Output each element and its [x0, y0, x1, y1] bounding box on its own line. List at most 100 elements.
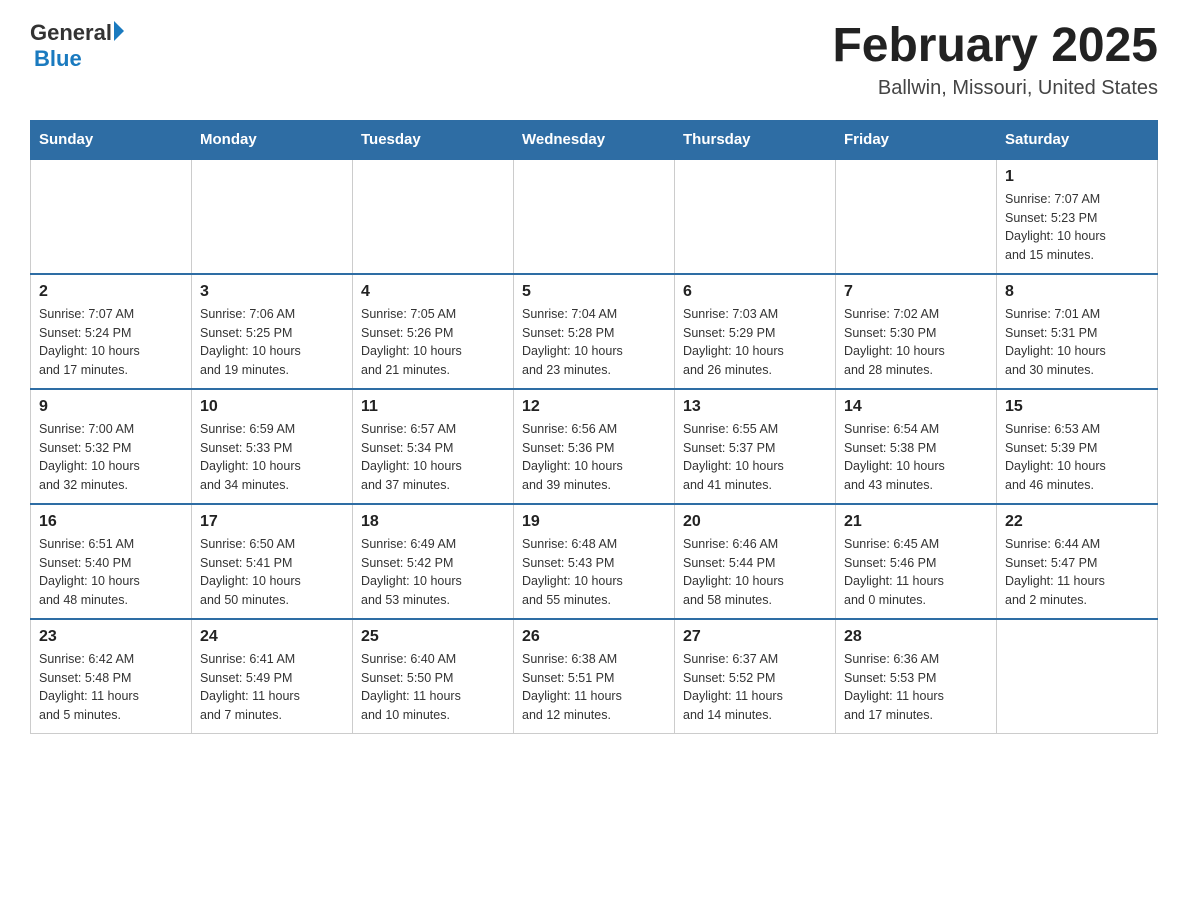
logo-general-text: General	[30, 20, 112, 46]
day-info: Sunrise: 7:05 AMSunset: 5:26 PMDaylight:…	[361, 305, 505, 380]
day-number: 4	[361, 283, 505, 301]
day-info: Sunrise: 7:02 AMSunset: 5:30 PMDaylight:…	[844, 305, 988, 380]
calendar-cell: 15 Sunrise: 6:53 AMSunset: 5:39 PMDayligh…	[997, 389, 1158, 504]
calendar-cell: 17Sunrise: 6:50 AMSunset: 5:41 PMDayligh…	[192, 504, 353, 619]
day-number: 8	[1005, 283, 1149, 301]
calendar-cell: 10 Sunrise: 6:59 AMSunset: 5:33 PMDayligh…	[192, 389, 353, 504]
calendar-table: SundayMondayTuesdayWednesdayThursdayFrid…	[30, 120, 1158, 734]
calendar-cell: 19 Sunrise: 6:48 AMSunset: 5:43 PMDayligh…	[514, 504, 675, 619]
day-info: Sunrise: 6:37 AMSunset: 5:52 PMDaylight:…	[683, 650, 827, 725]
calendar-cell: 25 Sunrise: 6:40 AMSunset: 5:50 PMDayligh…	[353, 619, 514, 734]
calendar-header-friday: Friday	[836, 120, 997, 159]
day-number: 18	[361, 513, 505, 531]
day-info: Sunrise: 6:46 AMSunset: 5:44 PMDaylight:…	[683, 535, 827, 610]
day-number: 9	[39, 398, 183, 416]
calendar-cell: 18 Sunrise: 6:49 AMSunset: 5:42 PMDayligh…	[353, 504, 514, 619]
day-info: Sunrise: 7:07 AMSunset: 5:24 PMDaylight:…	[39, 305, 183, 380]
calendar-cell: 9 Sunrise: 7:00 AMSunset: 5:32 PMDaylight…	[31, 389, 192, 504]
day-number: 25	[361, 628, 505, 646]
calendar-cell: 22 Sunrise: 6:44 AMSunset: 5:47 PMDayligh…	[997, 504, 1158, 619]
day-info: Sunrise: 7:00 AMSunset: 5:32 PMDaylight:…	[39, 420, 183, 495]
calendar-week-row: 16 Sunrise: 6:51 AMSunset: 5:40 PMDayligh…	[31, 504, 1158, 619]
calendar-cell	[514, 159, 675, 274]
day-number: 23	[39, 628, 183, 646]
location-subtitle: Ballwin, Missouri, United States	[832, 77, 1158, 100]
logo: General Blue	[30, 20, 124, 72]
calendar-cell: 14Sunrise: 6:54 AMSunset: 5:38 PMDayligh…	[836, 389, 997, 504]
day-info: Sunrise: 6:40 AMSunset: 5:50 PMDaylight:…	[361, 650, 505, 725]
calendar-cell: 12Sunrise: 6:56 AMSunset: 5:36 PMDayligh…	[514, 389, 675, 504]
calendar-header-wednesday: Wednesday	[514, 120, 675, 159]
day-info: Sunrise: 6:50 AMSunset: 5:41 PMDaylight:…	[200, 535, 344, 610]
calendar-cell: 20 Sunrise: 6:46 AMSunset: 5:44 PMDayligh…	[675, 504, 836, 619]
calendar-cell: 16 Sunrise: 6:51 AMSunset: 5:40 PMDayligh…	[31, 504, 192, 619]
calendar-cell: 1 Sunrise: 7:07 AMSunset: 5:23 PMDaylight…	[997, 159, 1158, 274]
day-info: Sunrise: 7:03 AMSunset: 5:29 PMDaylight:…	[683, 305, 827, 380]
calendar-cell: 24Sunrise: 6:41 AMSunset: 5:49 PMDayligh…	[192, 619, 353, 734]
day-number: 13	[683, 398, 827, 416]
calendar-cell: 2Sunrise: 7:07 AMSunset: 5:24 PMDaylight…	[31, 274, 192, 389]
day-info: Sunrise: 6:44 AMSunset: 5:47 PMDaylight:…	[1005, 535, 1149, 610]
day-number: 26	[522, 628, 666, 646]
day-number: 5	[522, 283, 666, 301]
calendar-cell	[836, 159, 997, 274]
day-number: 28	[844, 628, 988, 646]
calendar-cell	[353, 159, 514, 274]
page-header: General Blue February 2025 Ballwin, Miss…	[30, 20, 1158, 100]
day-number: 24	[200, 628, 344, 646]
day-info: Sunrise: 7:07 AMSunset: 5:23 PMDaylight:…	[1005, 190, 1149, 265]
calendar-cell: 23 Sunrise: 6:42 AMSunset: 5:48 PMDayligh…	[31, 619, 192, 734]
day-info: Sunrise: 6:45 AMSunset: 5:46 PMDaylight:…	[844, 535, 988, 610]
calendar-cell: 27 Sunrise: 6:37 AMSunset: 5:52 PMDayligh…	[675, 619, 836, 734]
day-info: Sunrise: 6:51 AMSunset: 5:40 PMDaylight:…	[39, 535, 183, 610]
day-info: Sunrise: 6:48 AMSunset: 5:43 PMDaylight:…	[522, 535, 666, 610]
day-info: Sunrise: 6:36 AMSunset: 5:53 PMDaylight:…	[844, 650, 988, 725]
day-info: Sunrise: 6:38 AMSunset: 5:51 PMDaylight:…	[522, 650, 666, 725]
month-title: February 2025	[832, 20, 1158, 73]
calendar-header-sunday: Sunday	[31, 120, 192, 159]
day-number: 11	[361, 398, 505, 416]
day-number: 10	[200, 398, 344, 416]
calendar-week-row: 1 Sunrise: 7:07 AMSunset: 5:23 PMDaylight…	[31, 159, 1158, 274]
calendar-cell: 8Sunrise: 7:01 AMSunset: 5:31 PMDaylight…	[997, 274, 1158, 389]
calendar-week-row: 9 Sunrise: 7:00 AMSunset: 5:32 PMDaylight…	[31, 389, 1158, 504]
day-info: Sunrise: 6:59 AMSunset: 5:33 PMDaylight:…	[200, 420, 344, 495]
calendar-cell	[31, 159, 192, 274]
day-number: 27	[683, 628, 827, 646]
calendar-week-row: 2Sunrise: 7:07 AMSunset: 5:24 PMDaylight…	[31, 274, 1158, 389]
day-number: 3	[200, 283, 344, 301]
day-number: 7	[844, 283, 988, 301]
day-info: Sunrise: 6:49 AMSunset: 5:42 PMDaylight:…	[361, 535, 505, 610]
calendar-cell: 5Sunrise: 7:04 AMSunset: 5:28 PMDaylight…	[514, 274, 675, 389]
calendar-header-thursday: Thursday	[675, 120, 836, 159]
calendar-cell: 28 Sunrise: 6:36 AMSunset: 5:53 PMDayligh…	[836, 619, 997, 734]
day-info: Sunrise: 6:42 AMSunset: 5:48 PMDaylight:…	[39, 650, 183, 725]
day-info: Sunrise: 6:55 AMSunset: 5:37 PMDaylight:…	[683, 420, 827, 495]
day-info: Sunrise: 6:56 AMSunset: 5:36 PMDaylight:…	[522, 420, 666, 495]
day-info: Sunrise: 6:57 AMSunset: 5:34 PMDaylight:…	[361, 420, 505, 495]
logo-blue-text: Blue	[34, 46, 82, 72]
calendar-header-row: SundayMondayTuesdayWednesdayThursdayFrid…	[31, 120, 1158, 159]
day-number: 20	[683, 513, 827, 531]
day-number: 19	[522, 513, 666, 531]
calendar-cell: 13 Sunrise: 6:55 AMSunset: 5:37 PMDayligh…	[675, 389, 836, 504]
calendar-header-monday: Monday	[192, 120, 353, 159]
logo-arrow-icon	[114, 21, 124, 41]
title-section: February 2025 Ballwin, Missouri, United …	[832, 20, 1158, 100]
day-number: 1	[1005, 168, 1149, 186]
calendar-cell	[675, 159, 836, 274]
day-number: 22	[1005, 513, 1149, 531]
calendar-cell: 11 Sunrise: 6:57 AMSunset: 5:34 PMDayligh…	[353, 389, 514, 504]
calendar-header-tuesday: Tuesday	[353, 120, 514, 159]
day-number: 15	[1005, 398, 1149, 416]
calendar-cell: 6Sunrise: 7:03 AMSunset: 5:29 PMDaylight…	[675, 274, 836, 389]
calendar-cell: 4 Sunrise: 7:05 AMSunset: 5:26 PMDaylight…	[353, 274, 514, 389]
calendar-week-row: 23 Sunrise: 6:42 AMSunset: 5:48 PMDayligh…	[31, 619, 1158, 734]
day-number: 16	[39, 513, 183, 531]
day-info: Sunrise: 6:53 AMSunset: 5:39 PMDaylight:…	[1005, 420, 1149, 495]
day-info: Sunrise: 6:54 AMSunset: 5:38 PMDaylight:…	[844, 420, 988, 495]
calendar-header-saturday: Saturday	[997, 120, 1158, 159]
calendar-cell: 21Sunrise: 6:45 AMSunset: 5:46 PMDayligh…	[836, 504, 997, 619]
day-info: Sunrise: 7:06 AMSunset: 5:25 PMDaylight:…	[200, 305, 344, 380]
calendar-cell: 26 Sunrise: 6:38 AMSunset: 5:51 PMDayligh…	[514, 619, 675, 734]
